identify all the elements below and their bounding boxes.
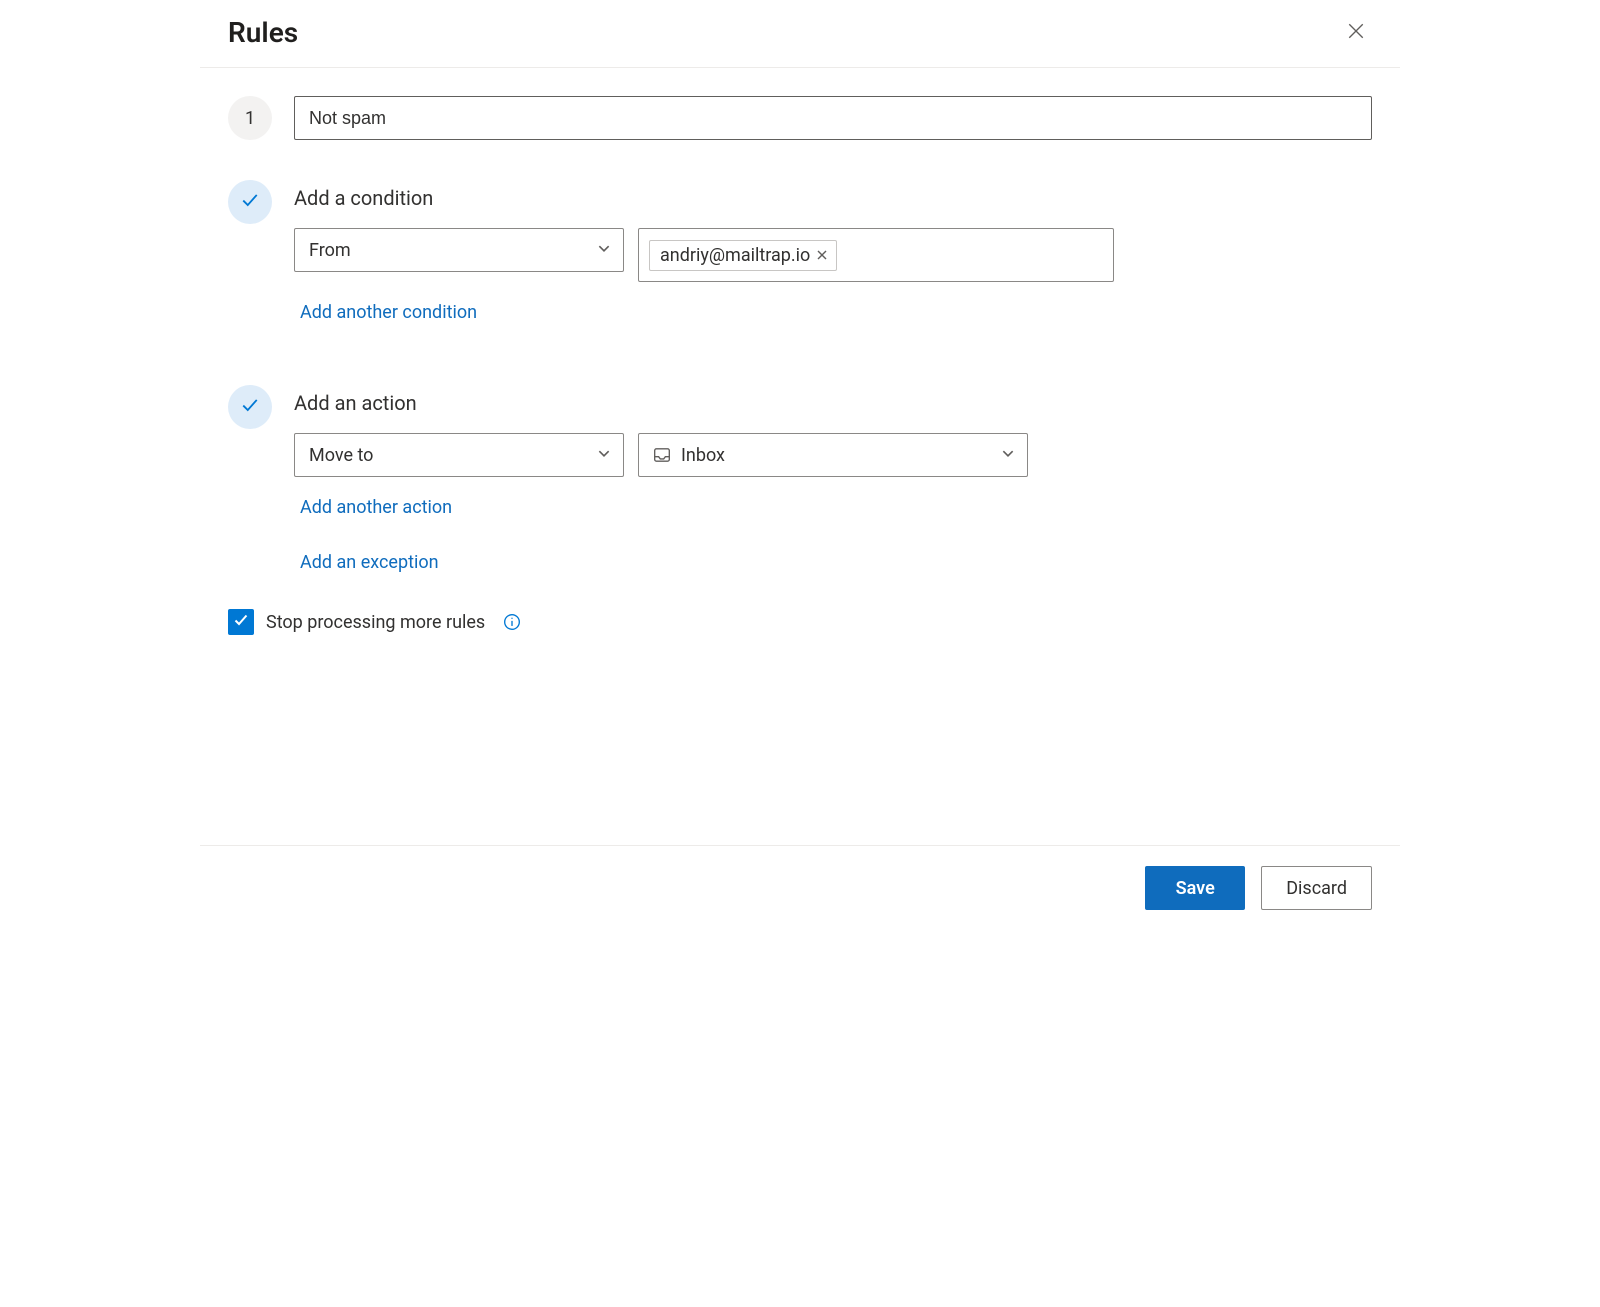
step-badge-action — [228, 385, 272, 429]
panel-footer: Save Discard — [200, 845, 1400, 930]
rule-name-input[interactable] — [294, 96, 1372, 140]
step-badge-1: 1 — [228, 96, 272, 140]
rules-panel: Rules 1 — [200, 0, 1400, 930]
discard-button[interactable]: Discard — [1261, 866, 1372, 910]
close-button[interactable] — [1340, 17, 1372, 49]
chip-text: andriy@mailtrap.io — [660, 245, 810, 266]
condition-type-select[interactable]: From — [294, 228, 624, 272]
chip-remove-button[interactable] — [816, 249, 828, 261]
action-type-select[interactable]: Move to — [294, 433, 624, 477]
save-button[interactable]: Save — [1145, 866, 1245, 910]
condition-email-chip: andriy@mailtrap.io — [649, 240, 837, 271]
action-row: Add an action Move to — [228, 385, 1372, 579]
rule-name-row: 1 — [228, 96, 1372, 140]
condition-type-value: From — [309, 240, 351, 261]
add-another-condition-link[interactable]: Add another condition — [300, 296, 477, 329]
chevron-down-icon — [597, 445, 611, 466]
info-icon[interactable] — [503, 613, 521, 631]
stop-processing-row: Stop processing more rules — [228, 609, 1372, 635]
condition-title: Add a condition — [294, 186, 1372, 210]
stop-processing-label: Stop processing more rules — [266, 612, 485, 633]
panel-title: Rules — [228, 16, 298, 49]
action-title: Add an action — [294, 391, 1372, 415]
inbox-icon — [653, 446, 671, 464]
action-controls: Move to — [294, 433, 1372, 477]
chevron-down-icon — [597, 240, 611, 261]
close-icon — [1347, 22, 1365, 44]
save-button-label: Save — [1176, 878, 1215, 899]
panel-content: 1 Add a condition From — [200, 68, 1400, 845]
add-another-action-link[interactable]: Add another action — [300, 491, 452, 524]
condition-controls: From andriy@mailtrap.io — [294, 228, 1372, 282]
discard-button-label: Discard — [1286, 878, 1347, 899]
check-icon — [241, 396, 259, 419]
check-icon — [233, 612, 249, 632]
stop-processing-checkbox[interactable] — [228, 609, 254, 635]
chevron-down-icon — [1001, 445, 1015, 466]
action-type-value: Move to — [309, 445, 373, 466]
condition-row: Add a condition From andriy@mailtrap.io — [228, 180, 1372, 329]
add-exception-link[interactable]: Add an exception — [300, 546, 439, 579]
check-icon — [241, 191, 259, 214]
action-folder-value: Inbox — [681, 445, 725, 466]
panel-header: Rules — [200, 0, 1400, 68]
step-badge-condition — [228, 180, 272, 224]
action-folder-select[interactable]: Inbox — [638, 433, 1028, 477]
condition-value-input[interactable]: andriy@mailtrap.io — [638, 228, 1114, 282]
step-number: 1 — [245, 108, 255, 129]
